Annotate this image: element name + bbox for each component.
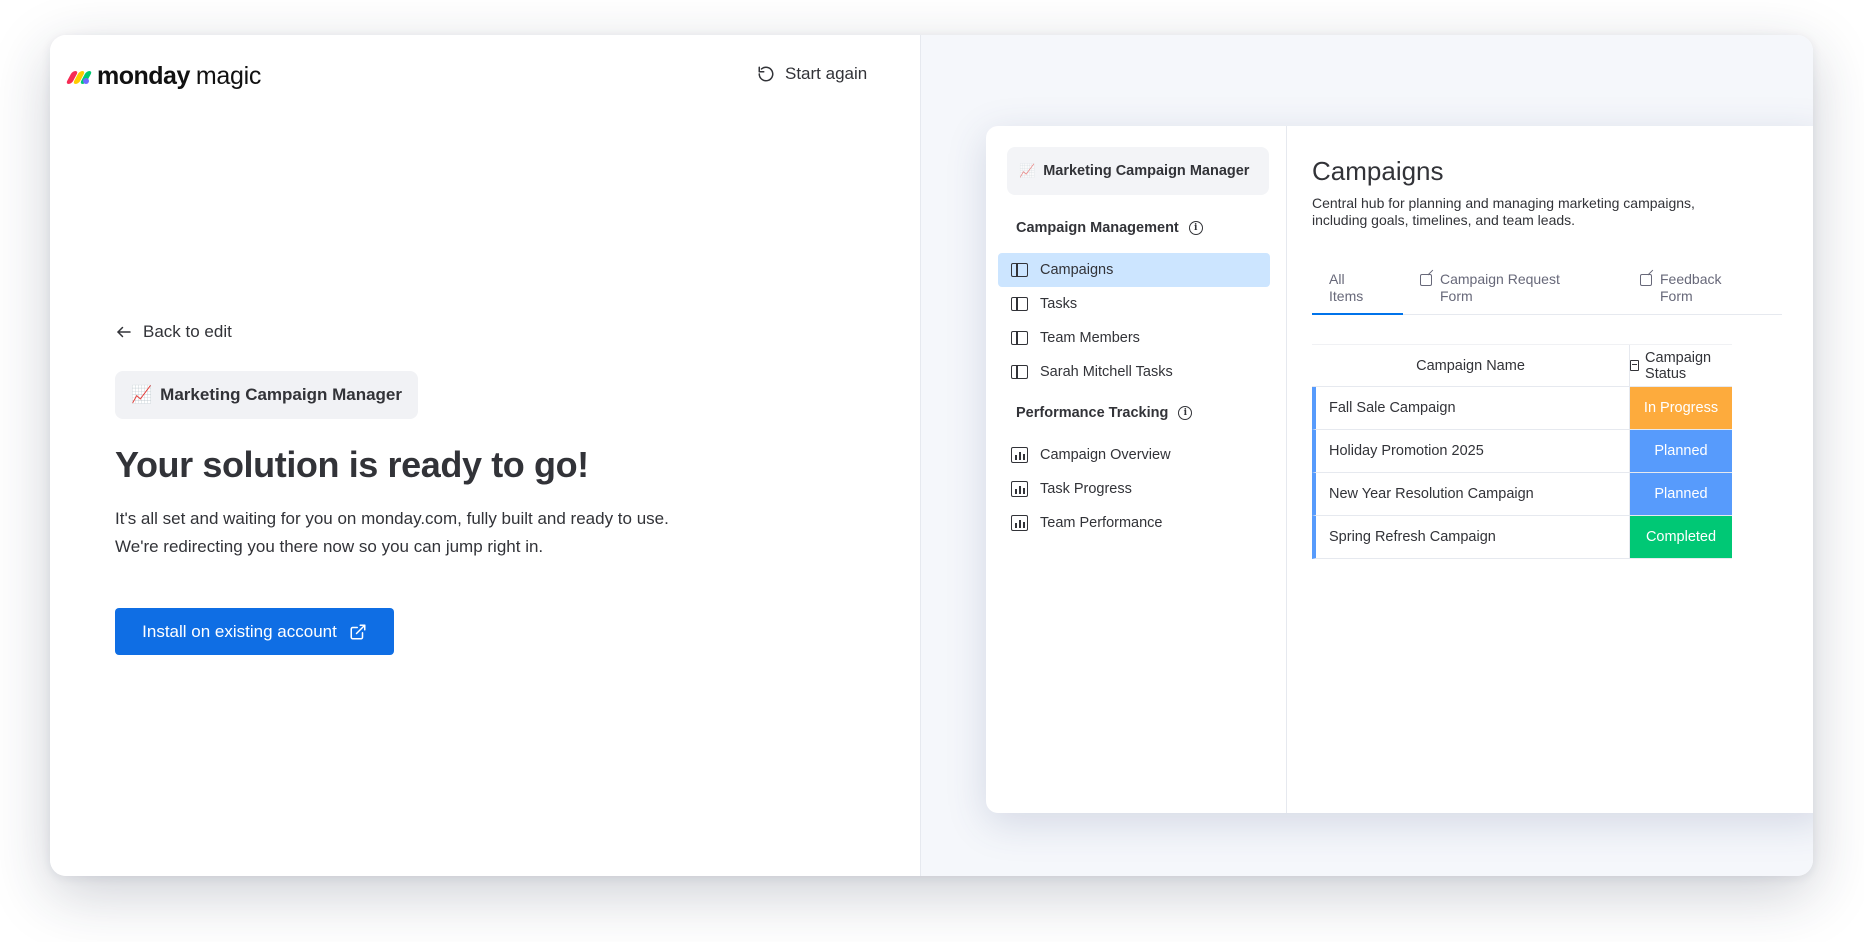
refresh-icon: [758, 66, 774, 82]
monday-logo-icon: [65, 69, 93, 85]
tab-label: Campaign Request Form: [1440, 271, 1560, 304]
arrow-left-icon: [117, 326, 131, 338]
board-icon: [1011, 331, 1028, 345]
tab-all-items[interactable]: All Items: [1312, 271, 1403, 315]
back-to-edit-link[interactable]: Back to edit: [115, 322, 232, 342]
dashboard-icon: [1011, 481, 1028, 497]
dashboard-icon: [1011, 447, 1028, 463]
tab-label: All Items: [1329, 271, 1364, 304]
sidebar-item-sarah-mitchell-tasks[interactable]: Sarah Mitchell Tasks: [998, 355, 1270, 389]
monday-magic-logo: monday magic: [65, 62, 262, 91]
app-name-chip: 📈 Marketing Campaign Manager: [115, 371, 418, 419]
status-column-icon: [1630, 360, 1640, 371]
board-tabs: All Items Campaign Request Form Feedback…: [1312, 271, 1782, 315]
tab-label: Feedback Form: [1660, 271, 1722, 304]
campaign-name-cell[interactable]: Holiday Promotion 2025: [1316, 430, 1630, 472]
sidebar-item-task-progress[interactable]: Task Progress: [998, 472, 1270, 506]
table-row[interactable]: Holiday Promotion 2025 Planned: [1312, 430, 1732, 473]
group-title: Performance Tracking: [1016, 405, 1169, 421]
table-row[interactable]: New Year Resolution Campaign Planned: [1312, 473, 1732, 516]
chart-emoji-icon: 📈: [1019, 163, 1036, 178]
status-cell[interactable]: In Progress: [1630, 387, 1732, 429]
sidebar-item-campaigns[interactable]: Campaigns: [998, 253, 1270, 287]
column-header-campaign-name[interactable]: Campaign Name: [1312, 345, 1630, 386]
board-title: Campaigns: [1312, 156, 1444, 186]
right-panel: 📈 Marketing Campaign Manager Campaign Ma…: [921, 35, 1813, 876]
board-description: Central hub for planning and managing ma…: [1312, 195, 1695, 228]
sidebar-item-tasks[interactable]: Tasks: [998, 287, 1270, 321]
preview-app-name: 📈 Marketing Campaign Manager: [1007, 147, 1269, 195]
column-label: Campaign Status: [1645, 349, 1712, 382]
app-window: monday magic Start again Back to edit 📈 …: [50, 35, 1813, 876]
board-table: Campaign Name Campaign Status Fall Sale …: [1312, 344, 1732, 559]
table-row[interactable]: Fall Sale Campaign In Progress: [1312, 387, 1732, 430]
sidebar-item-campaign-overview[interactable]: Campaign Overview: [998, 438, 1270, 472]
chart-emoji-icon: 📈: [131, 385, 153, 404]
sidebar-item-team-members[interactable]: Team Members: [998, 321, 1270, 355]
sidebar-item-label: Sarah Mitchell Tasks: [1040, 364, 1173, 380]
external-link-icon: [350, 624, 366, 639]
app-name: Marketing Campaign Manager: [160, 385, 402, 404]
sidebar-item-label: Team Members: [1040, 330, 1140, 346]
sidebar-item-label: Campaign Overview: [1040, 447, 1171, 463]
tab-feedback-form[interactable]: Feedback Form: [1640, 271, 1780, 315]
column-header-campaign-status[interactable]: Campaign Status: [1630, 345, 1732, 386]
page-description: It's all set and waiting for you on mond…: [115, 509, 669, 556]
column-label: Campaign Name: [1416, 357, 1525, 374]
dashboard-icon: [1011, 515, 1028, 531]
sidebar-item-label: Team Performance: [1040, 515, 1163, 531]
table-header: Campaign Name Campaign Status: [1312, 344, 1732, 387]
form-icon: [1640, 274, 1652, 286]
group-header-campaign-management: Campaign Management i: [1016, 220, 1203, 236]
logo-word: monday: [97, 62, 190, 90]
preview-app-label: Marketing Campaign Manager: [1043, 163, 1250, 179]
sidebar-item-label: Campaigns: [1040, 262, 1114, 278]
start-again-label: Start again: [785, 64, 868, 83]
sidebar-item-label: Task Progress: [1040, 481, 1132, 497]
preview-board: Campaigns Central hub for planning and m…: [1287, 126, 1813, 813]
campaign-name-cell[interactable]: Spring Refresh Campaign: [1316, 516, 1630, 558]
board-icon: [1011, 297, 1028, 311]
table-row[interactable]: Spring Refresh Campaign Completed: [1312, 516, 1732, 559]
campaign-name-cell[interactable]: New Year Resolution Campaign: [1316, 473, 1630, 515]
group-title: Campaign Management: [1016, 220, 1179, 236]
start-again-button[interactable]: Start again: [757, 64, 867, 84]
group-header-performance-tracking: Performance Tracking i: [1016, 405, 1193, 421]
info-icon[interactable]: i: [1178, 406, 1193, 420]
page-title: Your solution is ready to go!: [115, 444, 589, 485]
left-panel: monday magic Start again Back to edit 📈 …: [50, 35, 921, 876]
info-icon[interactable]: i: [1188, 221, 1203, 235]
tab-campaign-request-form[interactable]: Campaign Request Form: [1420, 271, 1610, 315]
campaign-name-cell[interactable]: Fall Sale Campaign: [1316, 387, 1630, 429]
install-button[interactable]: Install on existing account: [115, 608, 394, 655]
back-to-edit-label: Back to edit: [143, 322, 232, 341]
solution-preview: 📈 Marketing Campaign Manager Campaign Ma…: [986, 126, 1813, 813]
status-cell[interactable]: Planned: [1630, 430, 1732, 472]
status-cell[interactable]: Planned: [1630, 473, 1732, 515]
install-button-label: Install on existing account: [142, 621, 337, 641]
board-icon: [1011, 263, 1028, 277]
sidebar-item-label: Tasks: [1040, 296, 1078, 312]
board-icon: [1011, 365, 1028, 379]
form-icon: [1420, 274, 1432, 286]
preview-sidebar: 📈 Marketing Campaign Manager Campaign Ma…: [986, 126, 1287, 813]
sidebar-item-team-performance[interactable]: Team Performance: [998, 506, 1270, 540]
logo-suffix: magic: [195, 62, 262, 90]
status-cell[interactable]: Completed: [1630, 516, 1732, 558]
